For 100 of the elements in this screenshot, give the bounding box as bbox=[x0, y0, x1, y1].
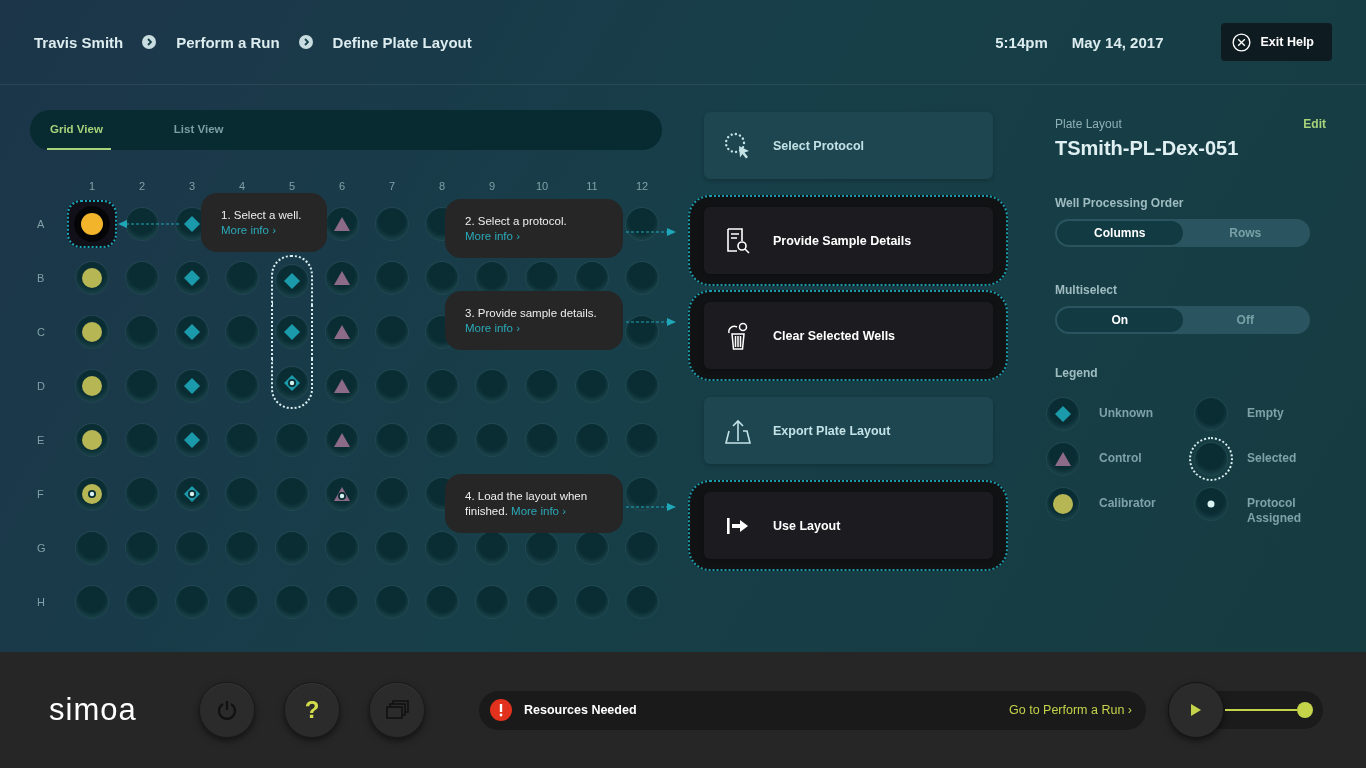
play-button[interactable] bbox=[1168, 682, 1224, 738]
breadcrumb-item[interactable]: Define Plate Layout bbox=[332, 33, 472, 51]
action-button[interactable]: Use Layout bbox=[704, 492, 993, 559]
more-info-link[interactable]: More info › bbox=[465, 230, 520, 242]
leader-line bbox=[626, 317, 676, 327]
view-tab[interactable]: List View bbox=[170, 110, 232, 150]
legend-label: Control bbox=[1099, 450, 1143, 466]
diamond-icon bbox=[1055, 406, 1071, 422]
triangle-icon bbox=[334, 325, 350, 339]
disc-with-dot-icon bbox=[82, 484, 102, 504]
tooltip-text: 1. Select a well. More info › bbox=[221, 208, 303, 238]
breadcrumb-item[interactable]: Perform a Run bbox=[176, 33, 280, 51]
column-label: 3 bbox=[187, 180, 197, 194]
well[interactable] bbox=[76, 262, 108, 294]
well[interactable] bbox=[176, 424, 208, 456]
well[interactable] bbox=[75, 207, 109, 241]
breadcrumb-item[interactable]: Travis Smith bbox=[34, 33, 124, 51]
diamond-icon bbox=[184, 378, 200, 394]
triangle-icon bbox=[334, 271, 350, 285]
legend-label: Calibrator bbox=[1099, 495, 1157, 511]
triangle-icon bbox=[334, 433, 350, 447]
action-button[interactable]: Export Plate Layout bbox=[704, 397, 993, 464]
disc-icon bbox=[82, 268, 102, 288]
well bbox=[1195, 443, 1227, 475]
view-tab[interactable]: Grid View bbox=[47, 110, 111, 150]
more-info-link[interactable]: More info › bbox=[221, 224, 276, 236]
power-icon bbox=[216, 699, 238, 721]
diamond-icon bbox=[184, 270, 200, 286]
action-button[interactable]: Select Protocol bbox=[704, 112, 993, 179]
column-label: 1 bbox=[87, 180, 97, 194]
legend-label: Unknown bbox=[1099, 405, 1154, 421]
diamond-icon bbox=[184, 432, 200, 448]
row-label: G bbox=[37, 542, 47, 554]
column-label: 8 bbox=[437, 180, 447, 194]
row-label: C bbox=[37, 326, 46, 338]
well[interactable] bbox=[76, 370, 108, 402]
row-label: H bbox=[37, 596, 46, 608]
play-icon bbox=[1190, 704, 1202, 716]
tooltip-text: 2. Select a protocol. More info › bbox=[465, 214, 568, 244]
legend-label: Empty bbox=[1247, 405, 1285, 421]
disc-icon bbox=[82, 322, 102, 342]
action-button[interactable]: Clear Selected Wells bbox=[704, 302, 993, 369]
well[interactable] bbox=[176, 262, 208, 294]
dot-icon bbox=[1207, 500, 1215, 508]
chevron-icon bbox=[298, 35, 313, 49]
more-info-link[interactable]: More info › bbox=[511, 505, 566, 517]
column-label: 6 bbox=[337, 180, 347, 194]
clock-date: May 14, 2017 bbox=[1071, 33, 1164, 51]
edit-link[interactable]: Edit bbox=[1303, 117, 1326, 131]
logo: simoa bbox=[49, 692, 138, 728]
disc-icon bbox=[81, 213, 103, 235]
leader-line bbox=[118, 219, 180, 229]
row-label: A bbox=[37, 218, 46, 230]
segment-option[interactable]: Columns bbox=[1057, 221, 1183, 245]
clock-time: 5:14pm bbox=[995, 33, 1048, 51]
help-button[interactable]: ? bbox=[284, 682, 340, 738]
well[interactable] bbox=[76, 424, 108, 456]
segment-option[interactable]: On bbox=[1057, 308, 1183, 332]
column-label: 11 bbox=[585, 180, 599, 194]
row-label: D bbox=[37, 380, 46, 392]
diamond-icon bbox=[184, 324, 200, 340]
triangle-icon bbox=[334, 217, 350, 231]
power-button[interactable] bbox=[199, 682, 255, 738]
well[interactable] bbox=[76, 478, 108, 510]
row-label: E bbox=[37, 434, 46, 446]
well[interactable] bbox=[276, 316, 308, 348]
exit-help-button[interactable]: Exit Help bbox=[1220, 23, 1332, 61]
well[interactable] bbox=[76, 316, 108, 348]
diamond-icon bbox=[184, 216, 200, 232]
triangle-icon bbox=[1055, 452, 1071, 466]
more-info-link[interactable]: More info › bbox=[465, 322, 520, 334]
well[interactable] bbox=[276, 367, 308, 399]
stacked-windows-icon bbox=[385, 700, 409, 720]
perform-run-link[interactable]: Go to Perform a Run › bbox=[1009, 703, 1132, 717]
well[interactable] bbox=[176, 370, 208, 402]
column-label: 10 bbox=[534, 180, 550, 194]
setting-label: Multiselect bbox=[1055, 283, 1118, 297]
column-label: 5 bbox=[287, 180, 297, 194]
tooltip-text: 4. Load the layout when finished. More info › bbox=[465, 489, 589, 519]
row-label: B bbox=[37, 272, 46, 284]
well[interactable] bbox=[176, 478, 208, 510]
legend-label: Protocol Assigned bbox=[1247, 495, 1302, 526]
well[interactable] bbox=[176, 316, 208, 348]
status-message: Resources Needed bbox=[524, 703, 637, 717]
chevron-icon bbox=[142, 35, 157, 49]
column-label: 12 bbox=[634, 180, 650, 194]
windows-button[interactable] bbox=[369, 682, 425, 738]
action-button[interactable]: Provide Sample Details bbox=[704, 207, 993, 274]
column-label: 2 bbox=[137, 180, 147, 194]
column-label: 9 bbox=[487, 180, 497, 194]
plate-layout-name: TSmith-PL-Dex-051 bbox=[1055, 137, 1240, 160]
disc-icon bbox=[82, 376, 102, 396]
column-label: 4 bbox=[237, 180, 247, 194]
disc-icon bbox=[82, 430, 102, 450]
diamond-icon bbox=[284, 324, 300, 340]
triangle-icon bbox=[334, 379, 350, 393]
leader-line bbox=[626, 502, 676, 512]
well[interactable] bbox=[276, 265, 308, 297]
slider-thumb[interactable] bbox=[1297, 702, 1313, 718]
close-icon bbox=[1231, 32, 1251, 52]
